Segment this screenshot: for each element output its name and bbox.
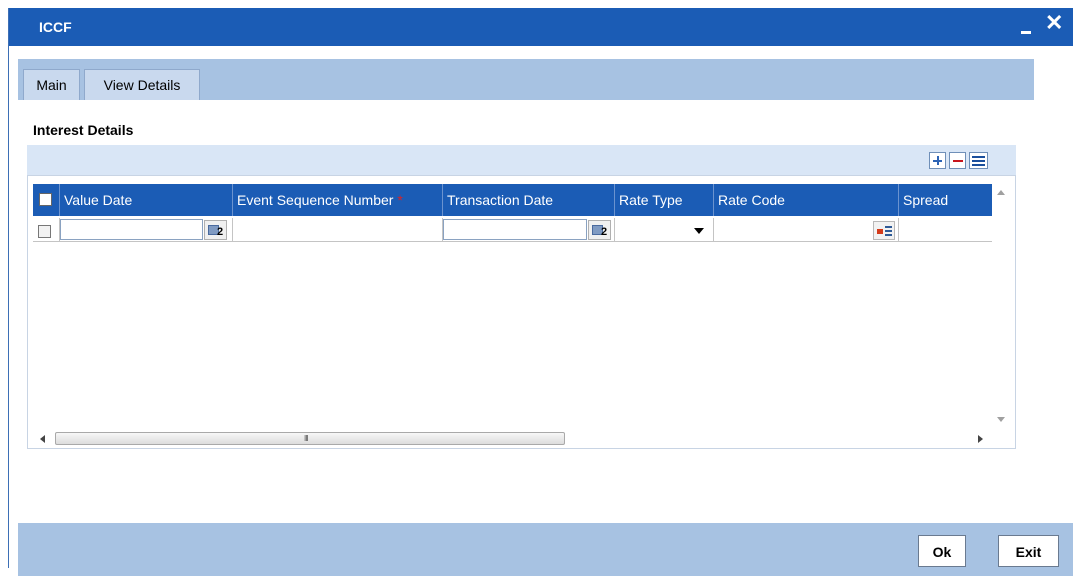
footer-bar: Ok Exit — [18, 523, 1073, 576]
grid-toolbar — [27, 145, 1016, 175]
tab-view-details[interactable]: View Details — [84, 69, 200, 100]
chevron-down-icon[interactable] — [694, 228, 704, 234]
column-header-transaction-date[interactable]: Transaction Date — [443, 184, 615, 216]
column-header-value-date[interactable]: Value Date — [60, 184, 233, 216]
column-header-event-sequence-number[interactable]: Event Sequence Number * — [233, 184, 443, 216]
single-view-icon[interactable] — [969, 152, 988, 169]
window-title: ICCF — [39, 19, 72, 35]
delete-row-icon[interactable] — [949, 152, 966, 169]
rate-code-input[interactable] — [715, 219, 873, 240]
column-header-rate-code[interactable]: Rate Code — [714, 184, 899, 216]
ok-button[interactable]: Ok — [918, 535, 966, 567]
exit-button[interactable]: Exit — [998, 535, 1059, 567]
column-header-rate-type[interactable]: Rate Type — [615, 184, 714, 216]
row-select-checkbox[interactable] — [38, 225, 51, 238]
transaction-date-input[interactable] — [443, 219, 587, 240]
value-date-input[interactable] — [60, 219, 203, 240]
value-date-calendar-icon[interactable]: 2 — [204, 220, 227, 240]
rate-code-lookup-icon[interactable] — [873, 221, 895, 240]
required-indicator: * — [397, 192, 403, 208]
header-select-cell — [33, 184, 60, 216]
scroll-left-icon[interactable] — [40, 435, 45, 443]
column-header-spread[interactable]: Spread — [899, 184, 993, 216]
title-bar: ICCF ✕ — [9, 8, 1073, 46]
close-icon[interactable]: ✕ — [1045, 11, 1063, 35]
event-sequence-number-cell[interactable] — [233, 218, 443, 242]
add-row-icon[interactable] — [929, 152, 946, 169]
horizontal-scrollbar[interactable]: III — [28, 429, 992, 448]
tab-bar: Main View Details — [18, 59, 1034, 100]
vertical-scrollbar[interactable] — [992, 184, 1012, 434]
scrollbar-thumb[interactable]: III — [55, 432, 565, 445]
iccf-window: ICCF ✕ Main View Details Interest Detail… — [8, 8, 1073, 576]
interest-details-grid: Value Date Event Sequence Number * Trans… — [27, 175, 1016, 449]
spread-cell[interactable] — [899, 218, 993, 242]
minimize-icon[interactable] — [1019, 14, 1033, 38]
transaction-date-calendar-icon[interactable]: 2 — [588, 220, 611, 240]
section-title: Interest Details — [33, 122, 134, 138]
select-all-checkbox[interactable] — [39, 193, 52, 206]
tab-main[interactable]: Main — [23, 69, 80, 100]
scroll-up-icon[interactable] — [997, 190, 1005, 195]
scroll-down-icon[interactable] — [997, 417, 1005, 422]
scroll-right-icon[interactable] — [978, 435, 983, 443]
